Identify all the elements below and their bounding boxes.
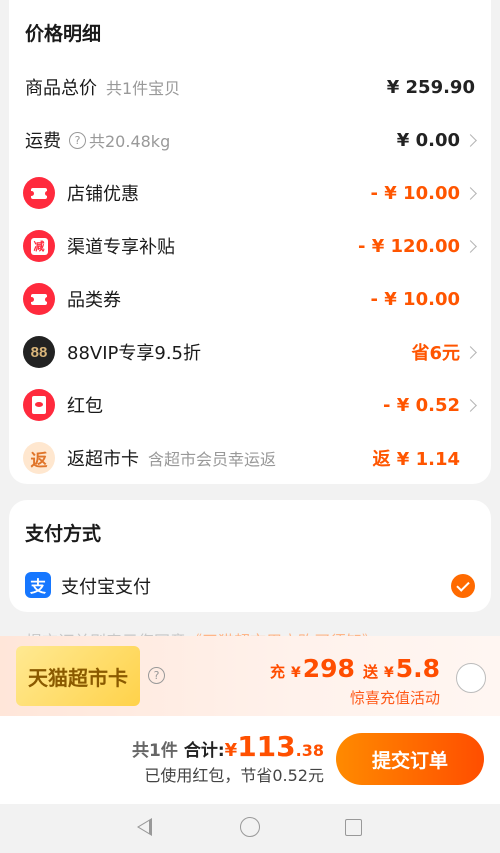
goods-total-label: 商品总价	[25, 78, 97, 99]
alipay-option-label[interactable]: 支付宝支付	[61, 573, 151, 599]
total-amount-decimal: .38	[295, 741, 324, 760]
total-amount-integer: 113	[237, 730, 296, 763]
category-coupon-row: 品类券 - ¥ 10.00	[9, 279, 491, 319]
red-packet-icon	[23, 389, 55, 421]
chevron-right-icon	[464, 239, 477, 253]
subsidy-icon: 减	[23, 230, 55, 262]
red-packet-label: 红包	[67, 396, 103, 417]
channel-subsidy-value: - ¥ 120.00	[358, 235, 460, 257]
selected-check-icon[interactable]	[451, 574, 475, 598]
promo-radio-button[interactable]	[456, 663, 486, 693]
tmall-supermarket-card-badge: 天猫超市卡	[16, 646, 140, 706]
red-packet-row[interactable]: 红包 - ¥ 0.52	[9, 385, 491, 425]
chevron-right-icon	[464, 345, 477, 359]
shipping-value: ¥ 0.00	[396, 129, 460, 151]
chevron-right-icon	[464, 398, 477, 412]
supermarket-card-label: 返超市卡	[67, 449, 139, 470]
alipay-icon: 支	[25, 572, 51, 598]
payment-title: 支付方式	[25, 523, 102, 545]
submit-order-button[interactable]: 提交订单	[336, 733, 484, 785]
recharge-label: 充	[269, 663, 285, 681]
coupon-icon	[23, 283, 55, 315]
home-icon[interactable]	[240, 817, 260, 837]
bonus-label: 送	[362, 663, 378, 681]
item-count: 共1件	[132, 741, 178, 761]
help-icon[interactable]: ?	[69, 131, 86, 149]
price-detail-card: 价格明细 商品总价 共1件宝贝 ¥ 259.90 运费 ? 共20.48kg ¥ …	[9, 0, 491, 484]
recharge-amount: 298	[302, 654, 355, 683]
help-icon[interactable]: ?	[148, 667, 165, 684]
coupon-icon	[23, 177, 55, 209]
shipping-label: 运费	[25, 131, 61, 152]
goods-total-row: 商品总价 共1件宝贝 ¥ 259.90	[9, 67, 491, 107]
shop-discount-row[interactable]: 店铺优惠 - ¥ 10.00	[9, 173, 491, 213]
shop-discount-label: 店铺优惠	[67, 184, 139, 205]
supermarket-card-row: 返 返超市卡 含超市会员幸运返 返 ¥ 1.14	[9, 438, 491, 478]
channel-subsidy-label: 渠道专享补贴	[67, 237, 175, 258]
cashback-icon: 返	[23, 442, 55, 474]
vip-icon: 88	[23, 336, 55, 368]
system-navigation-bar	[0, 804, 500, 853]
red-packet-value: - ¥ 0.52	[383, 394, 460, 416]
vip88-value: 省6元	[411, 343, 460, 364]
order-summary-bar: 共1件 合计: ¥ 113 .38 已使用红包，节省0.52元 提交订单	[0, 716, 500, 804]
recharge-promo-banner[interactable]: 天猫超市卡 ? 充 ¥ 298 送 ¥ 5.8 惊喜充值活动	[0, 636, 500, 716]
chevron-right-icon	[464, 133, 477, 147]
channel-subsidy-row[interactable]: 减 渠道专享补贴 - ¥ 120.00	[9, 226, 491, 266]
vip88-label: 88VIP专享9.5折	[67, 343, 202, 364]
category-coupon-label: 品类券	[67, 290, 121, 311]
bonus-amount: 5.8	[395, 654, 440, 683]
category-coupon-value: - ¥ 10.00	[370, 288, 460, 310]
total-label: 合计:	[183, 741, 225, 761]
supermarket-card-value: 返 ¥ 1.14	[372, 449, 460, 470]
chevron-right-icon	[464, 186, 477, 200]
shop-discount-value: - ¥ 10.00	[370, 182, 460, 204]
recharge-offer: 充 ¥ 298 送 ¥ 5.8	[269, 654, 440, 683]
savings-text: 已使用红包，节省0.52元	[144, 766, 324, 785]
promo-activity-text: 惊喜充值活动	[349, 689, 440, 707]
back-icon[interactable]	[137, 818, 152, 836]
vip88-row[interactable]: 88 88VIP专享9.5折 省6元	[9, 332, 491, 372]
price-detail-title: 价格明细	[25, 23, 102, 45]
payment-card: 支付方式 支 支付宝支付	[9, 500, 491, 612]
shipping-row[interactable]: 运费 ? 共20.48kg ¥ 0.00	[9, 120, 491, 160]
shipping-weight: 共20.48kg	[89, 132, 171, 151]
recent-apps-icon[interactable]	[345, 819, 362, 836]
order-total: 共1件 合计: ¥ 113 .38	[132, 730, 324, 763]
goods-total-value: ¥ 259.90	[386, 76, 475, 98]
supermarket-card-sub: 含超市会员幸运返	[148, 450, 277, 469]
goods-total-sub: 共1件宝贝	[106, 79, 181, 98]
